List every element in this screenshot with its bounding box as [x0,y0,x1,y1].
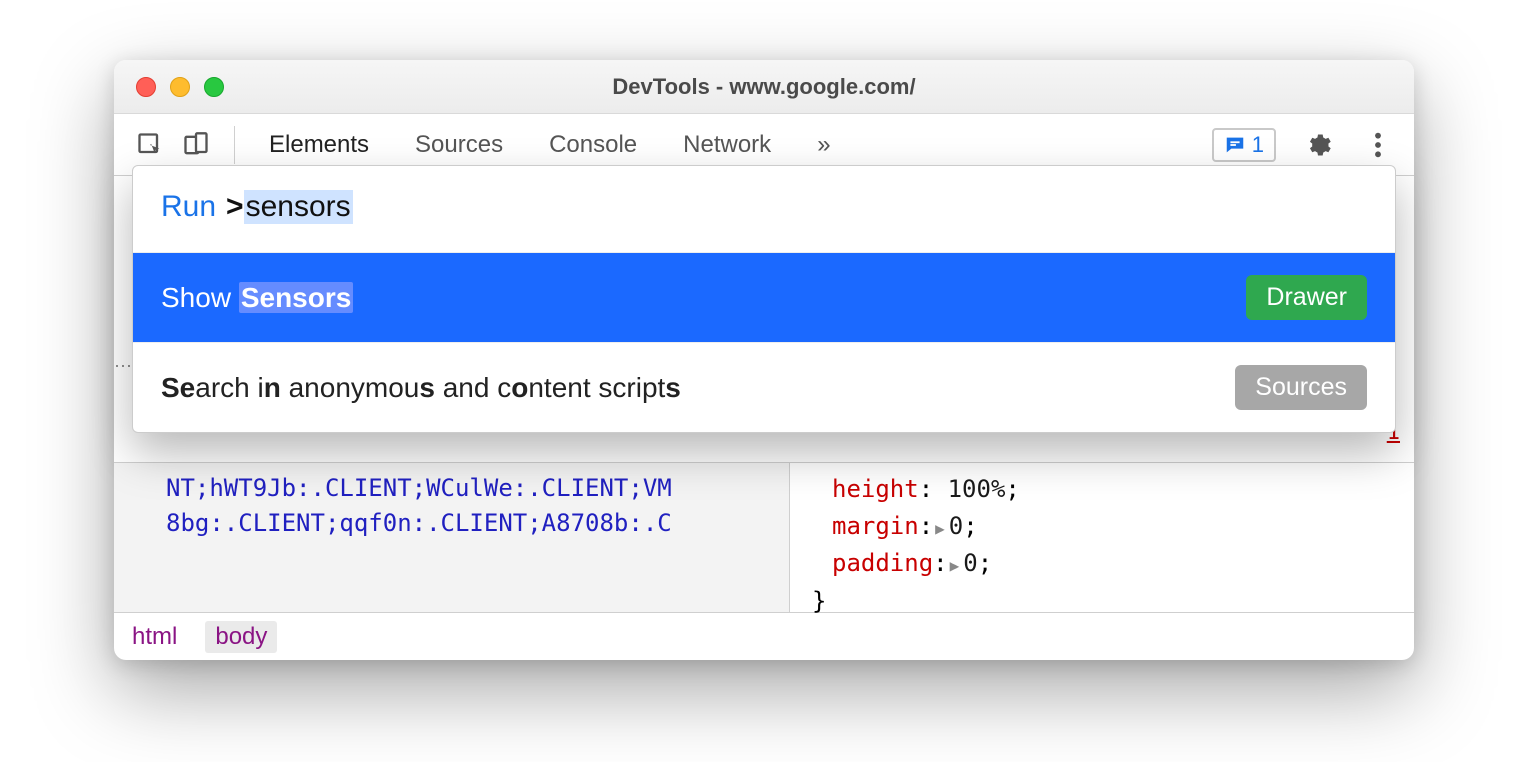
window-title: DevTools - www.google.com/ [114,74,1414,100]
devtools-window: DevTools - www.google.com/ Elements Sour… [114,60,1414,660]
category-badge: Sources [1235,365,1367,410]
tabs-overflow-icon[interactable]: » [817,131,830,159]
tab-sources[interactable]: Sources [415,131,503,159]
css-rule: margin:▶0; [832,508,1386,545]
divider [234,126,235,164]
tab-console[interactable]: Console [549,131,637,159]
issues-count: 1 [1252,132,1264,158]
tab-network[interactable]: Network [683,131,771,159]
panels: NT;hWT9Jb:.CLIENT;WCulWe:.CLIENT;VM 8bg:… [114,462,1414,612]
command-menu: Run >sensors Show Sensors Drawer Search … [132,165,1396,433]
command-prefix: > [226,190,244,224]
expand-triangle-icon[interactable]: ▶ [935,519,945,538]
inspect-element-icon[interactable] [132,127,168,163]
maximize-button[interactable] [204,77,224,97]
styles-panel[interactable]: height: 100%; margin:▶0; padding:▶0; } [790,463,1414,612]
command-item-text: Search in anonymous and content scripts [161,372,681,404]
tab-elements[interactable]: Elements [269,131,369,159]
command-item-text: Show Sensors [161,282,353,314]
minimize-button[interactable] [170,77,190,97]
run-label: Run [161,190,216,224]
close-button[interactable] [136,77,156,97]
chat-icon [1224,134,1246,156]
css-rule: height: 100%; [832,471,1386,508]
breadcrumb-item-html[interactable]: html [132,623,177,651]
category-badge: Drawer [1246,275,1367,320]
issues-badge[interactable]: 1 [1212,128,1276,162]
device-toolbar-icon[interactable] [178,127,214,163]
expand-triangle-icon[interactable]: ▶ [950,556,960,575]
css-rule: padding:▶0; [832,545,1386,582]
command-item-search-scripts[interactable]: Search in anonymous and content scripts … [133,342,1395,432]
drag-handle-icon[interactable]: ⋯ [114,356,130,377]
kebab-menu-icon[interactable] [1360,127,1396,163]
command-query: sensors [244,190,353,224]
command-input-row[interactable]: Run >sensors [133,166,1395,252]
html-fragment-line: 8bg:.CLIENT;qqf0n:.CLIENT;A8708b:.C [166,506,761,541]
gear-icon[interactable] [1300,127,1336,163]
titlebar: DevTools - www.google.com/ [114,60,1414,114]
command-item-show-sensors[interactable]: Show Sensors Drawer [133,252,1395,342]
elements-panel[interactable]: NT;hWT9Jb:.CLIENT;WCulWe:.CLIENT;VM 8bg:… [114,463,790,612]
css-closing-brace: } [812,583,1386,620]
tabstrip-right: 1 [1212,127,1396,163]
panel-tabs: Elements Sources Console Network » [269,131,831,159]
traffic-lights [136,77,224,97]
breadcrumb-item-body[interactable]: body [205,621,277,653]
html-fragment-line: NT;hWT9Jb:.CLIENT;WCulWe:.CLIENT;VM [166,471,761,506]
